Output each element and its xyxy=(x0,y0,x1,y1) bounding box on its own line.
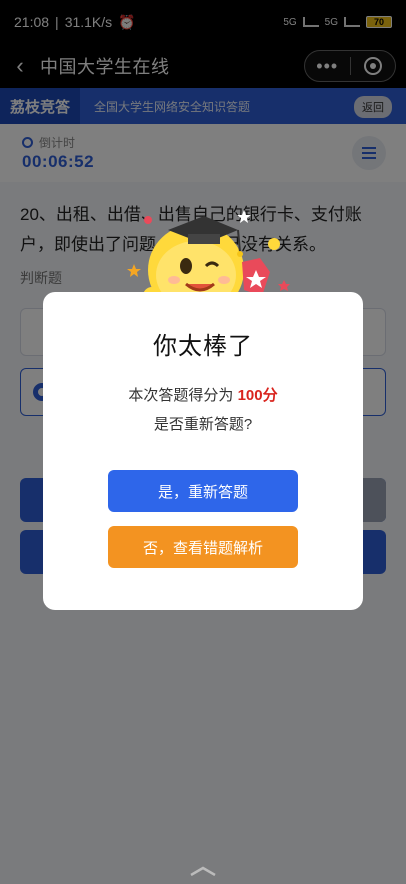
chevron-up-icon[interactable] xyxy=(188,866,218,876)
score-prefix: 本次答题得分为 xyxy=(128,387,238,404)
result-dialog: 你太棒了 本次答题得分为 100分 是否重新答题? 是，重新答题 否，查看错题解… xyxy=(43,292,363,610)
score-value: 100分 xyxy=(237,387,278,404)
retry-button[interactable]: 是，重新答题 xyxy=(108,470,298,512)
dialog-title: 你太棒了 xyxy=(153,333,253,360)
score-line: 本次答题得分为 100分 xyxy=(43,384,363,405)
review-mistakes-button[interactable]: 否，查看错题解析 xyxy=(108,526,298,568)
retry-question: 是否重新答题? xyxy=(153,416,253,433)
